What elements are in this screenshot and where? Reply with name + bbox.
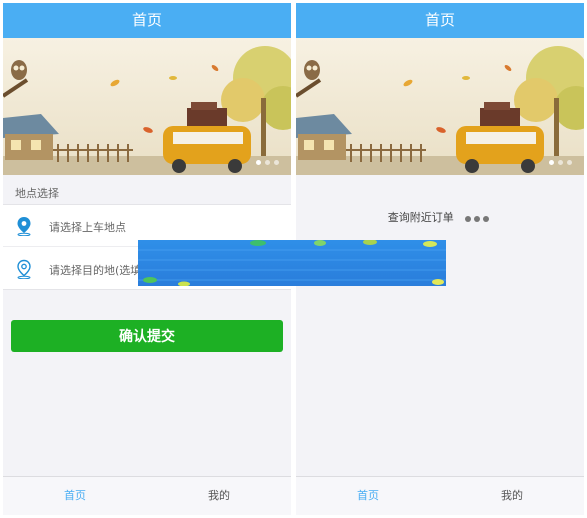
navbar: 首页 [296,3,584,38]
loading-dots-icon [465,212,492,225]
carousel-dot[interactable] [567,160,572,165]
location-pin-filled-icon [17,217,31,236]
tab-home[interactable]: 首页 [3,477,147,515]
carousel-indicator[interactable] [256,160,279,165]
overlay-image [138,240,446,286]
overlay-banner-fragment [138,240,446,286]
tab-mine[interactable]: 我的 [440,477,584,515]
banner-illustration [3,38,291,175]
banner-carousel[interactable] [3,38,291,175]
tab-bar: 首页 我的 [296,476,584,515]
navbar-title: 首页 [131,11,162,29]
carousel-dot[interactable] [256,160,261,165]
location-pin-outline-icon [17,259,31,279]
confirm-submit-button[interactable]: 确认提交 [11,320,283,352]
carousel-dot[interactable] [265,160,270,165]
carousel-dot[interactable] [558,160,563,165]
banner-illustration [296,38,584,175]
location-section-label: 地点选择 [15,187,59,200]
destination-placeholder: 请选择目的地(选填 [49,264,142,277]
carousel-indicator[interactable] [549,160,572,165]
loading-indicator: 查询附近订单 [296,209,584,225]
navbar: 首页 [3,3,291,38]
tab-mine[interactable]: 我的 [147,477,291,515]
carousel-dot[interactable] [274,160,279,165]
tab-bar: 首页 我的 [3,476,291,515]
navbar-title: 首页 [424,11,455,29]
banner-carousel[interactable] [296,38,584,175]
tab-home[interactable]: 首页 [296,477,440,515]
carousel-dot[interactable] [549,160,554,165]
pickup-placeholder: 请选择上车地点 [49,221,126,234]
loading-text: 查询附近订单 [387,211,454,224]
